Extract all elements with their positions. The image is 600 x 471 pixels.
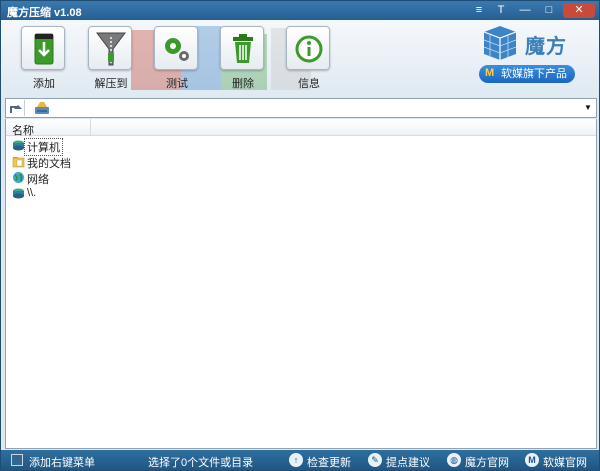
brand-badge-label: 软媒旗下产品 [501, 68, 567, 80]
column-divider[interactable] [90, 119, 91, 136]
mofang-site-link[interactable]: 魔方官网 [465, 454, 509, 470]
selection-status: 选择了0个文件或目录 [148, 457, 254, 469]
info-button[interactable]: 信息 [279, 26, 339, 96]
brand-name: 魔方 [525, 36, 567, 58]
minimize-button[interactable]: — [515, 3, 535, 18]
info-icon [286, 26, 330, 70]
list-item-label: 网络 [27, 174, 49, 186]
list-item-documents[interactable]: 我的文档 [11, 154, 211, 170]
globe-icon [13, 172, 24, 183]
maximize-button[interactable]: □ [539, 3, 559, 18]
up-arrow-icon [10, 105, 22, 113]
file-list[interactable]: 名称 计算机 我的文档 网络 \\. [5, 119, 597, 449]
test-label: 测试 [166, 78, 188, 90]
drive-icon [13, 188, 24, 199]
app-window: 魔方压缩 v1.08 ≡ T — □ ✕ 添加 解压到 测试 删除 信息 魔方 … [0, 0, 600, 471]
title-bar: 魔方压缩 v1.08 ≡ T — □ ✕ [1, 1, 599, 20]
computer-icon [35, 102, 49, 114]
list-header: 名称 [6, 119, 596, 138]
toolbar: 添加 解压到 测试 删除 信息 魔方 M 软媒旗下产品 [1, 20, 599, 98]
trash-icon [220, 26, 264, 70]
cube-logo-icon [483, 26, 517, 60]
add-icon [21, 26, 65, 70]
drive-icon [13, 140, 24, 151]
pencil-icon: ✎ [368, 453, 382, 467]
globe-icon: ◍ [447, 453, 461, 467]
close-button[interactable]: ✕ [563, 3, 595, 18]
zipper-icon [88, 26, 132, 70]
window-title: 魔方压缩 v1.08 [7, 7, 82, 19]
delete-button[interactable]: 删除 [213, 26, 273, 96]
info-label: 信息 [298, 78, 320, 90]
path-input[interactable] [54, 100, 574, 116]
extract-button[interactable]: 解压到 [81, 26, 141, 96]
delete-label: 删除 [232, 78, 254, 90]
list-item-network[interactable]: 网络 [11, 170, 211, 186]
add-button[interactable]: 添加 [14, 26, 74, 96]
list-item-label: 计算机 [24, 138, 63, 156]
context-menu-checkbox[interactable] [11, 454, 23, 466]
list-item-label: \\. [27, 187, 37, 199]
path-dropdown-icon[interactable]: ▼ [582, 101, 594, 115]
list-item-label: 我的文档 [27, 158, 71, 170]
ruanmei-icon: M [525, 453, 539, 467]
update-arrow-icon: ↑ [289, 453, 303, 467]
ruanmei-site-link[interactable]: 软媒官网 [543, 454, 587, 470]
list-item-device-root[interactable]: \\. [11, 186, 211, 201]
skin-icon[interactable]: T [491, 3, 511, 18]
ruanmei-logo-icon: M [485, 67, 495, 79]
list-item-computer[interactable]: 计算机 [11, 138, 211, 156]
test-button[interactable]: 测试 [147, 26, 207, 96]
context-menu-label[interactable]: 添加右键菜单 [29, 454, 95, 470]
add-label: 添加 [33, 78, 55, 90]
brand-badge[interactable]: M 软媒旗下产品 [479, 65, 575, 83]
extract-label: 解压到 [94, 78, 128, 90]
feedback-link[interactable]: 提点建议 [386, 454, 430, 470]
menu-icon[interactable]: ≡ [469, 3, 489, 18]
path-bar: ▼ [5, 98, 597, 118]
column-header-name[interactable]: 名称 [12, 122, 34, 138]
up-folder-button[interactable] [7, 100, 25, 116]
status-bar: 添加右键菜单 选择了0个文件或目录 ↑ 检查更新 ✎ 提点建议 ◍ 魔方官网 M… [1, 450, 599, 470]
check-update-link[interactable]: 检查更新 [307, 454, 351, 470]
folder-icon [12, 157, 25, 168]
gears-icon [154, 26, 198, 70]
